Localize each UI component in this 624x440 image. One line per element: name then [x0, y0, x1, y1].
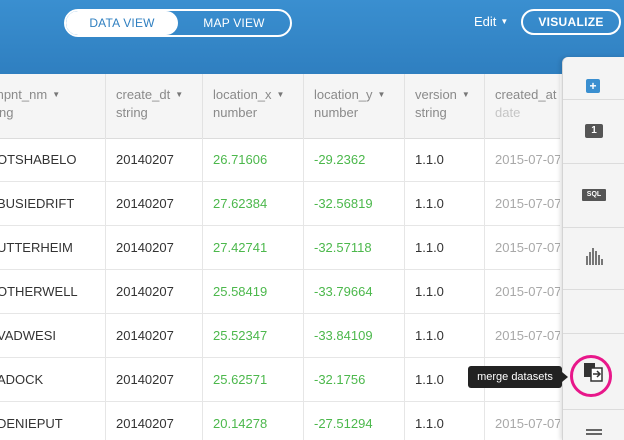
column-name: mpnt_nm [0, 87, 48, 102]
visualize-button[interactable]: VISUALIZE [521, 9, 621, 35]
chevron-down-icon[interactable]: ▼ [462, 90, 470, 99]
column-type: string [116, 105, 148, 120]
column-header[interactable]: location_y ▼ number [304, 74, 405, 138]
cell-created-at: 2015-07-07 [495, 240, 560, 255]
cell-created-at: 2015-07-07 [495, 196, 560, 211]
cell-create-dt: 20140207 [106, 270, 203, 314]
plus-icon: + [586, 79, 600, 93]
cell-location-y: -32.1756 [304, 358, 405, 402]
column-type: ng [0, 105, 14, 120]
column-type: string [415, 105, 447, 120]
column-name: location_y [314, 87, 373, 102]
cell-created-at: 2015-07-07 [495, 284, 560, 299]
cell-create-dt: 20140207 [106, 402, 203, 440]
table-row[interactable]: UTTERHEIM 20140207 27.42741 -32.57118 1.… [0, 226, 560, 270]
cell-version: 1.1.0 [405, 402, 485, 440]
cell-location-x: 20.14278 [203, 402, 304, 440]
cell-location-y: -33.84109 [304, 314, 405, 358]
cell-version: 1.1.0 [405, 226, 485, 270]
column-type: number [213, 105, 258, 120]
cell-created-at: 2015-07-07 [495, 416, 560, 431]
column-header[interactable]: mpnt_nm ▼ ng [0, 74, 106, 138]
histogram-button[interactable] [563, 227, 624, 290]
column-name: location_x [213, 87, 272, 102]
single-row-button[interactable]: 1 [563, 99, 624, 164]
cell-name: UTTERHEIM [0, 226, 106, 270]
cell-create-dt: 20140207 [106, 314, 203, 358]
cell-name: OTHERWELL [0, 270, 106, 314]
cell-location-y: -29.2362 [304, 138, 405, 182]
cell-version: 1.1.0 [405, 182, 485, 226]
column-name: version [415, 87, 457, 102]
cell-location-x: 25.58419 [203, 270, 304, 314]
menu-button[interactable] [563, 409, 624, 440]
column-header[interactable]: create_dt ▼ string [106, 74, 203, 138]
cell-create-dt: 20140207 [106, 138, 203, 182]
cell-name: DENIEPUT [0, 402, 106, 440]
list-icon [586, 429, 602, 435]
cell-created-at: 2015-07-07 [495, 328, 560, 343]
column-header[interactable]: created_at date [485, 74, 560, 138]
column-name: created_at [495, 87, 557, 102]
cell-create-dt: 20140207 [106, 358, 203, 402]
cell-version: 1.1.0 [405, 314, 485, 358]
cell-version: 1.1.0 [405, 270, 485, 314]
view-toggle: DATA VIEW MAP VIEW [64, 9, 292, 37]
column-type: date [495, 105, 521, 120]
cell-location-x: 25.52347 [203, 314, 304, 358]
chevron-down-icon[interactable]: ▼ [378, 90, 386, 99]
cell-create-dt: 20140207 [106, 226, 203, 270]
bar-chart-icon [586, 248, 603, 265]
column-type: number [314, 105, 359, 120]
panel-slot[interactable] [563, 289, 624, 334]
table-header: mpnt_nm ▼ ng create_dt ▼ string location_x… [0, 74, 560, 139]
one-icon: 1 [585, 124, 603, 138]
merge-datasets-tooltip: merge datasets [468, 366, 568, 388]
cell-name: OTSHABELO [0, 138, 106, 182]
chevron-down-icon[interactable]: ▼ [277, 90, 285, 99]
column-header[interactable]: version ▼ string [405, 74, 485, 138]
edit-menu[interactable]: Edit ▼ [474, 14, 508, 29]
table-row[interactable]: OTHERWELL 20140207 25.58419 -33.79664 1.… [0, 270, 560, 314]
cell-create-dt: 20140207 [106, 182, 203, 226]
top-toolbar: DATA VIEW MAP VIEW Edit ▼ VISUALIZE [0, 0, 624, 74]
sql-button[interactable]: SQL [563, 163, 624, 228]
edit-label: Edit [474, 14, 497, 29]
cell-location-y: -33.79664 [304, 270, 405, 314]
add-dataset-button[interactable]: + [563, 57, 624, 100]
cell-name: BUSIEDRIFT [0, 182, 106, 226]
cell-location-y: -27.51294 [304, 402, 405, 440]
highlight-ring [570, 355, 612, 397]
column-name: create_dt [116, 87, 171, 102]
column-header[interactable]: location_x ▼ number [203, 74, 304, 138]
chevron-down-icon[interactable]: ▼ [52, 90, 60, 99]
cell-location-x: 27.62384 [203, 182, 304, 226]
table-row[interactable]: DENIEPUT 20140207 20.14278 -27.51294 1.1… [0, 402, 560, 440]
chevron-down-icon[interactable]: ▼ [175, 90, 183, 99]
sql-icon: SQL [582, 189, 606, 201]
cell-location-x: 25.62571 [203, 358, 304, 402]
cell-location-x: 27.42741 [203, 226, 304, 270]
table-row[interactable]: OTSHABELO 20140207 26.71606 -29.2362 1.1… [0, 138, 560, 182]
data-view-tab[interactable]: DATA VIEW [66, 11, 178, 35]
table-row[interactable]: BUSIEDRIFT 20140207 27.62384 -32.56819 1… [0, 182, 560, 226]
chevron-down-icon: ▼ [500, 17, 509, 26]
table-row[interactable]: VADWESI 20140207 25.52347 -33.84109 1.1.… [0, 314, 560, 358]
cell-location-y: -32.57118 [304, 226, 405, 270]
cell-version: 1.1.0 [405, 138, 485, 182]
cell-name: VADWESI [0, 314, 106, 358]
cell-created-at: 2015-07-07 [495, 152, 560, 167]
cell-name: ADOCK [0, 358, 106, 402]
map-view-tab[interactable]: MAP VIEW [178, 11, 290, 35]
cell-location-x: 26.71606 [203, 138, 304, 182]
cell-location-y: -32.56819 [304, 182, 405, 226]
